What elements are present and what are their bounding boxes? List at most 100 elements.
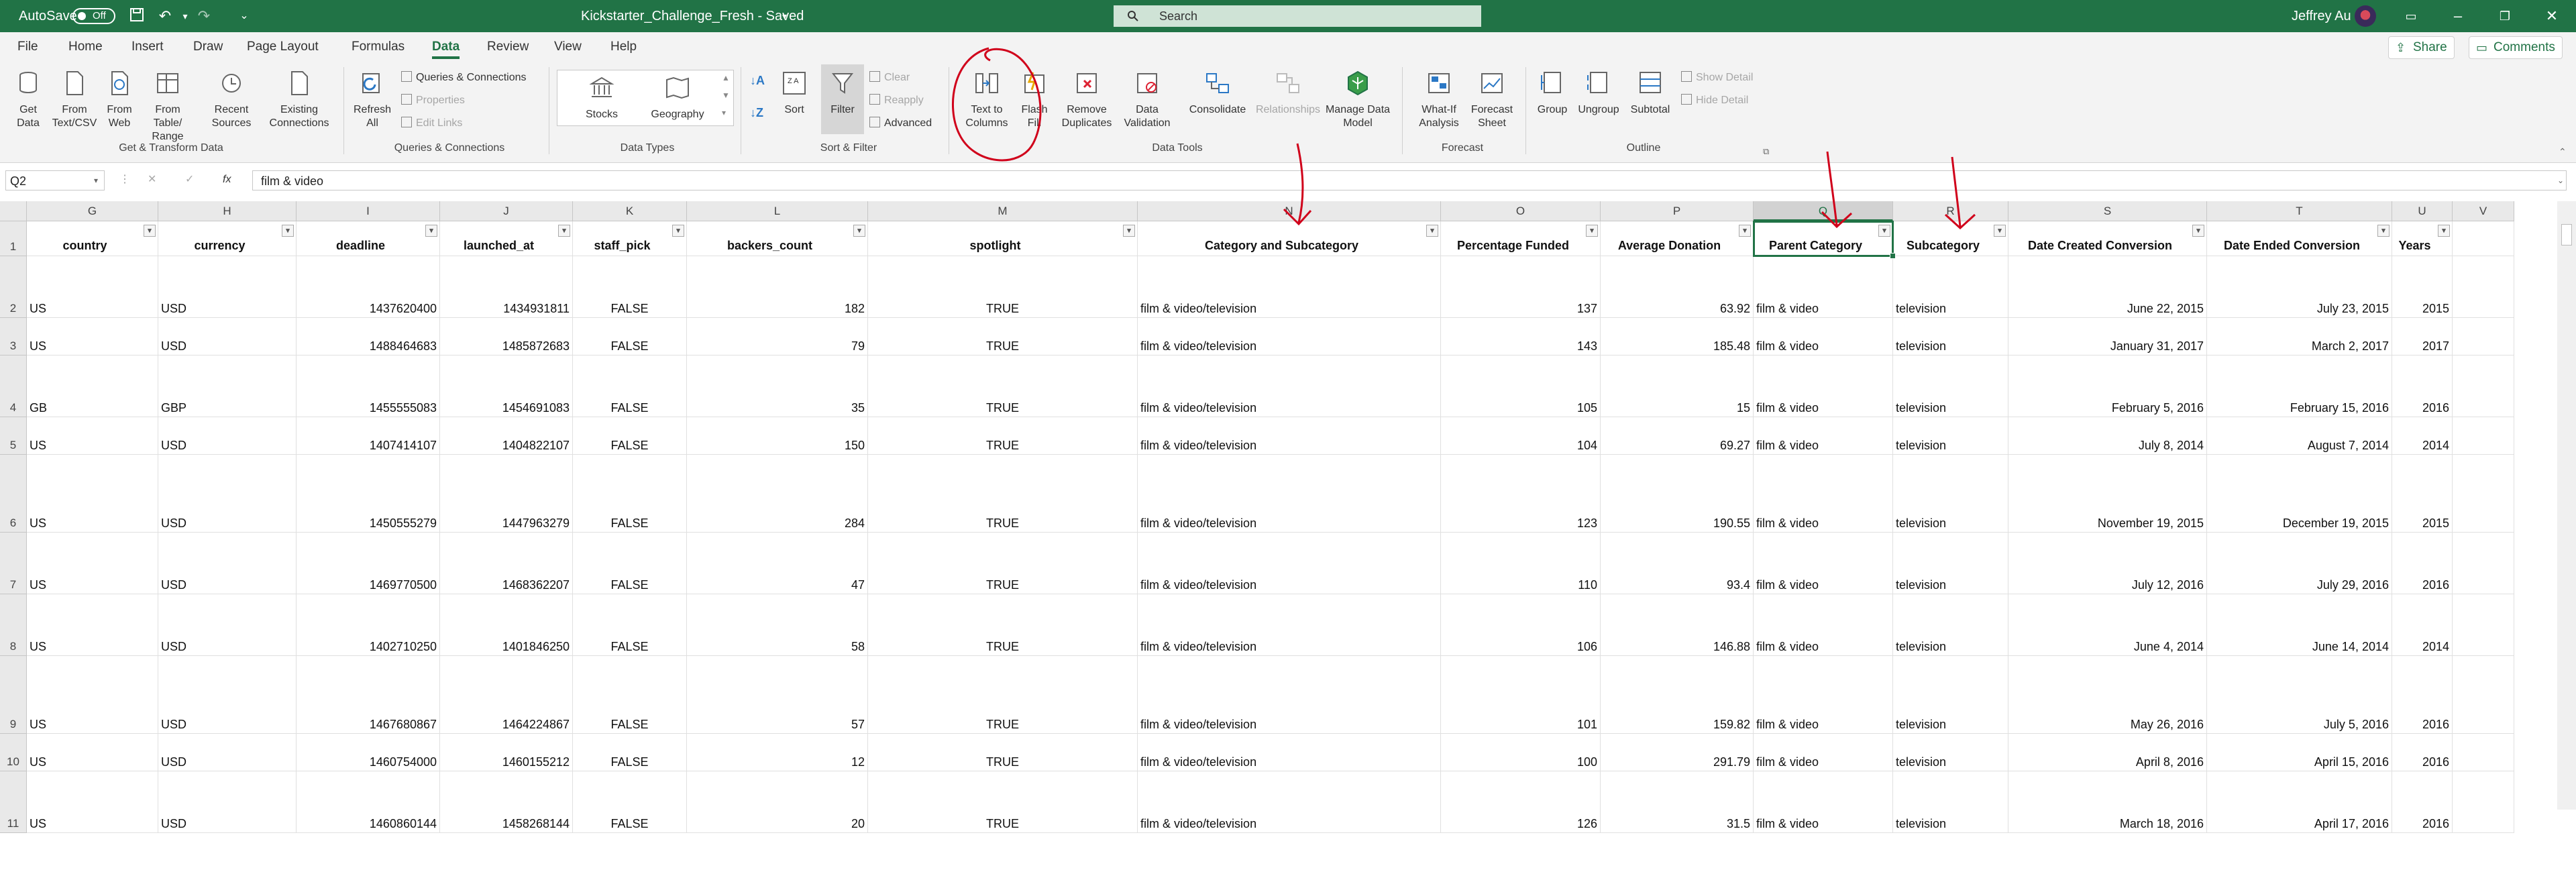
stocks-button[interactable]: Stocks xyxy=(568,74,635,121)
edit-links-button[interactable]: Edit Links xyxy=(401,117,462,130)
table-cell[interactable]: 1460754000 xyxy=(297,734,440,771)
table-cell[interactable]: 1407414107 xyxy=(297,417,440,455)
table-cell[interactable]: January 31, 2017 xyxy=(2008,318,2207,355)
header-cell[interactable]: Date Created Conversion ▾ xyxy=(2008,221,2207,256)
table-cell[interactable]: US xyxy=(27,656,158,734)
tab-formulas[interactable]: Formulas xyxy=(352,32,405,62)
table-cell[interactable]: February 5, 2016 xyxy=(2008,355,2207,417)
table-cell[interactable] xyxy=(2453,594,2514,656)
customize-toolbar-icon[interactable]: ⌄ xyxy=(235,7,254,25)
table-cell[interactable]: FALSE xyxy=(573,318,687,355)
redo-icon[interactable]: ↷ xyxy=(195,7,213,25)
sort-ascending-icon[interactable]: ↓A xyxy=(750,74,765,87)
table-cell[interactable]: June 14, 2014 xyxy=(2207,594,2392,656)
table-cell[interactable]: FALSE xyxy=(573,594,687,656)
table-cell[interactable]: USD xyxy=(158,256,297,318)
reapply-button[interactable]: Reapply xyxy=(869,94,924,107)
table-cell[interactable] xyxy=(2453,533,2514,594)
table-cell[interactable]: TRUE xyxy=(868,355,1138,417)
table-cell[interactable]: 110 xyxy=(1441,533,1601,594)
table-cell[interactable]: film & video/television xyxy=(1138,256,1441,318)
filter-dropdown-button[interactable]: ▾ xyxy=(425,225,437,237)
row-header-1[interactable]: 1 xyxy=(0,221,27,256)
table-cell[interactable]: television xyxy=(1893,256,2008,318)
table-cell[interactable]: US xyxy=(27,417,158,455)
column-header-t[interactable]: T xyxy=(2207,201,2392,221)
undo-icon[interactable]: ↶ xyxy=(156,7,174,25)
filter-dropdown-button[interactable]: ▾ xyxy=(1994,225,2006,237)
table-cell[interactable]: 12 xyxy=(687,734,868,771)
from-web-button[interactable]: From Web xyxy=(99,70,140,130)
row-header-11[interactable]: 11 xyxy=(0,771,27,833)
column-header-n[interactable]: N xyxy=(1138,201,1441,221)
table-cell[interactable]: 185.48 xyxy=(1601,318,1754,355)
insert-function-icon[interactable]: fx xyxy=(223,173,231,186)
table-cell[interactable]: 284 xyxy=(687,455,868,533)
table-cell[interactable]: film & video/television xyxy=(1138,594,1441,656)
filter-dropdown-button[interactable]: ▾ xyxy=(1878,225,1890,237)
table-cell[interactable]: 20 xyxy=(687,771,868,833)
worksheet-grid[interactable]: G H I J K L M N O P Q R S T U V 1 country ▾ currency ▾ deadli… xyxy=(0,201,2576,833)
filter-dropdown-button[interactable]: ▾ xyxy=(2192,225,2204,237)
column-header-s[interactable]: S xyxy=(2008,201,2207,221)
row-header-5[interactable]: 5 xyxy=(0,417,27,455)
table-cell[interactable]: 105 xyxy=(1441,355,1601,417)
table-cell[interactable]: 1401846250 xyxy=(440,594,573,656)
table-cell[interactable]: 100 xyxy=(1441,734,1601,771)
table-cell[interactable]: USD xyxy=(158,318,297,355)
table-cell[interactable]: US xyxy=(27,455,158,533)
table-cell[interactable]: March 18, 2016 xyxy=(2008,771,2207,833)
table-cell[interactable]: 2014 xyxy=(2392,417,2453,455)
table-cell[interactable]: 1454691083 xyxy=(440,355,573,417)
close-icon[interactable]: ✕ xyxy=(2542,7,2561,25)
table-cell[interactable]: FALSE xyxy=(573,256,687,318)
table-cell[interactable]: US xyxy=(27,734,158,771)
row-header-8[interactable]: 8 xyxy=(0,594,27,656)
save-icon[interactable] xyxy=(127,7,146,25)
tab-file[interactable]: File xyxy=(17,32,38,62)
table-cell[interactable]: July 5, 2016 xyxy=(2207,656,2392,734)
column-header-m[interactable]: M xyxy=(868,201,1138,221)
table-cell[interactable]: 31.5 xyxy=(1601,771,1754,833)
minimize-icon[interactable]: – xyxy=(2449,7,2467,25)
table-cell[interactable]: television xyxy=(1893,318,2008,355)
table-cell[interactable]: film & video xyxy=(1754,533,1893,594)
gallery-more-icon[interactable]: ▾ xyxy=(722,106,726,119)
header-cell[interactable]: staff_pick ▾ xyxy=(573,221,687,256)
header-cell[interactable]: Date Ended Conversion ▾ xyxy=(2207,221,2392,256)
table-cell[interactable]: 2015 xyxy=(2392,455,2453,533)
column-header-u[interactable]: U xyxy=(2392,201,2453,221)
row-header-4[interactable]: 4 xyxy=(0,355,27,417)
table-cell[interactable]: US xyxy=(27,318,158,355)
properties-button[interactable]: Properties xyxy=(401,94,465,107)
expand-formula-bar-icon[interactable]: ⌄ xyxy=(2557,174,2564,187)
remove-duplicates-button[interactable]: Remove Duplicates xyxy=(1053,70,1120,130)
table-cell[interactable]: USD xyxy=(158,417,297,455)
table-cell[interactable]: March 2, 2017 xyxy=(2207,318,2392,355)
tab-home[interactable]: Home xyxy=(68,32,103,62)
document-title[interactable]: Kickstarter_Challenge_Fresh - Saved xyxy=(581,0,804,32)
table-cell[interactable]: February 15, 2016 xyxy=(2207,355,2392,417)
table-cell[interactable]: December 19, 2015 xyxy=(2207,455,2392,533)
table-cell[interactable]: 1488464683 xyxy=(297,318,440,355)
tab-insert[interactable]: Insert xyxy=(131,32,164,62)
table-cell[interactable]: US xyxy=(27,256,158,318)
share-button[interactable]: ⇪ Share xyxy=(2388,36,2455,59)
header-cell[interactable]: backers_count ▾ xyxy=(687,221,868,256)
user-name[interactable]: Jeffrey Au xyxy=(2292,0,2351,32)
table-cell[interactable]: 58 xyxy=(687,594,868,656)
autosave-toggle[interactable]: Off xyxy=(72,8,115,24)
ungroup-button[interactable]: Ungroup xyxy=(1574,70,1623,117)
table-cell[interactable]: 63.92 xyxy=(1601,256,1754,318)
hide-detail-button[interactable]: Hide Detail xyxy=(1681,94,1748,107)
table-cell[interactable]: FALSE xyxy=(573,455,687,533)
table-cell[interactable]: 137 xyxy=(1441,256,1601,318)
more-icon[interactable]: ⋮ xyxy=(119,173,130,186)
table-cell[interactable]: film & video/television xyxy=(1138,734,1441,771)
column-header-v[interactable]: V xyxy=(2453,201,2514,221)
filter-dropdown-button[interactable]: ▾ xyxy=(1586,225,1598,237)
tab-draw[interactable]: Draw xyxy=(193,32,223,62)
table-cell[interactable] xyxy=(2453,455,2514,533)
filter-dropdown-button[interactable]: ▾ xyxy=(1123,225,1135,237)
table-cell[interactable]: film & video xyxy=(1754,771,1893,833)
